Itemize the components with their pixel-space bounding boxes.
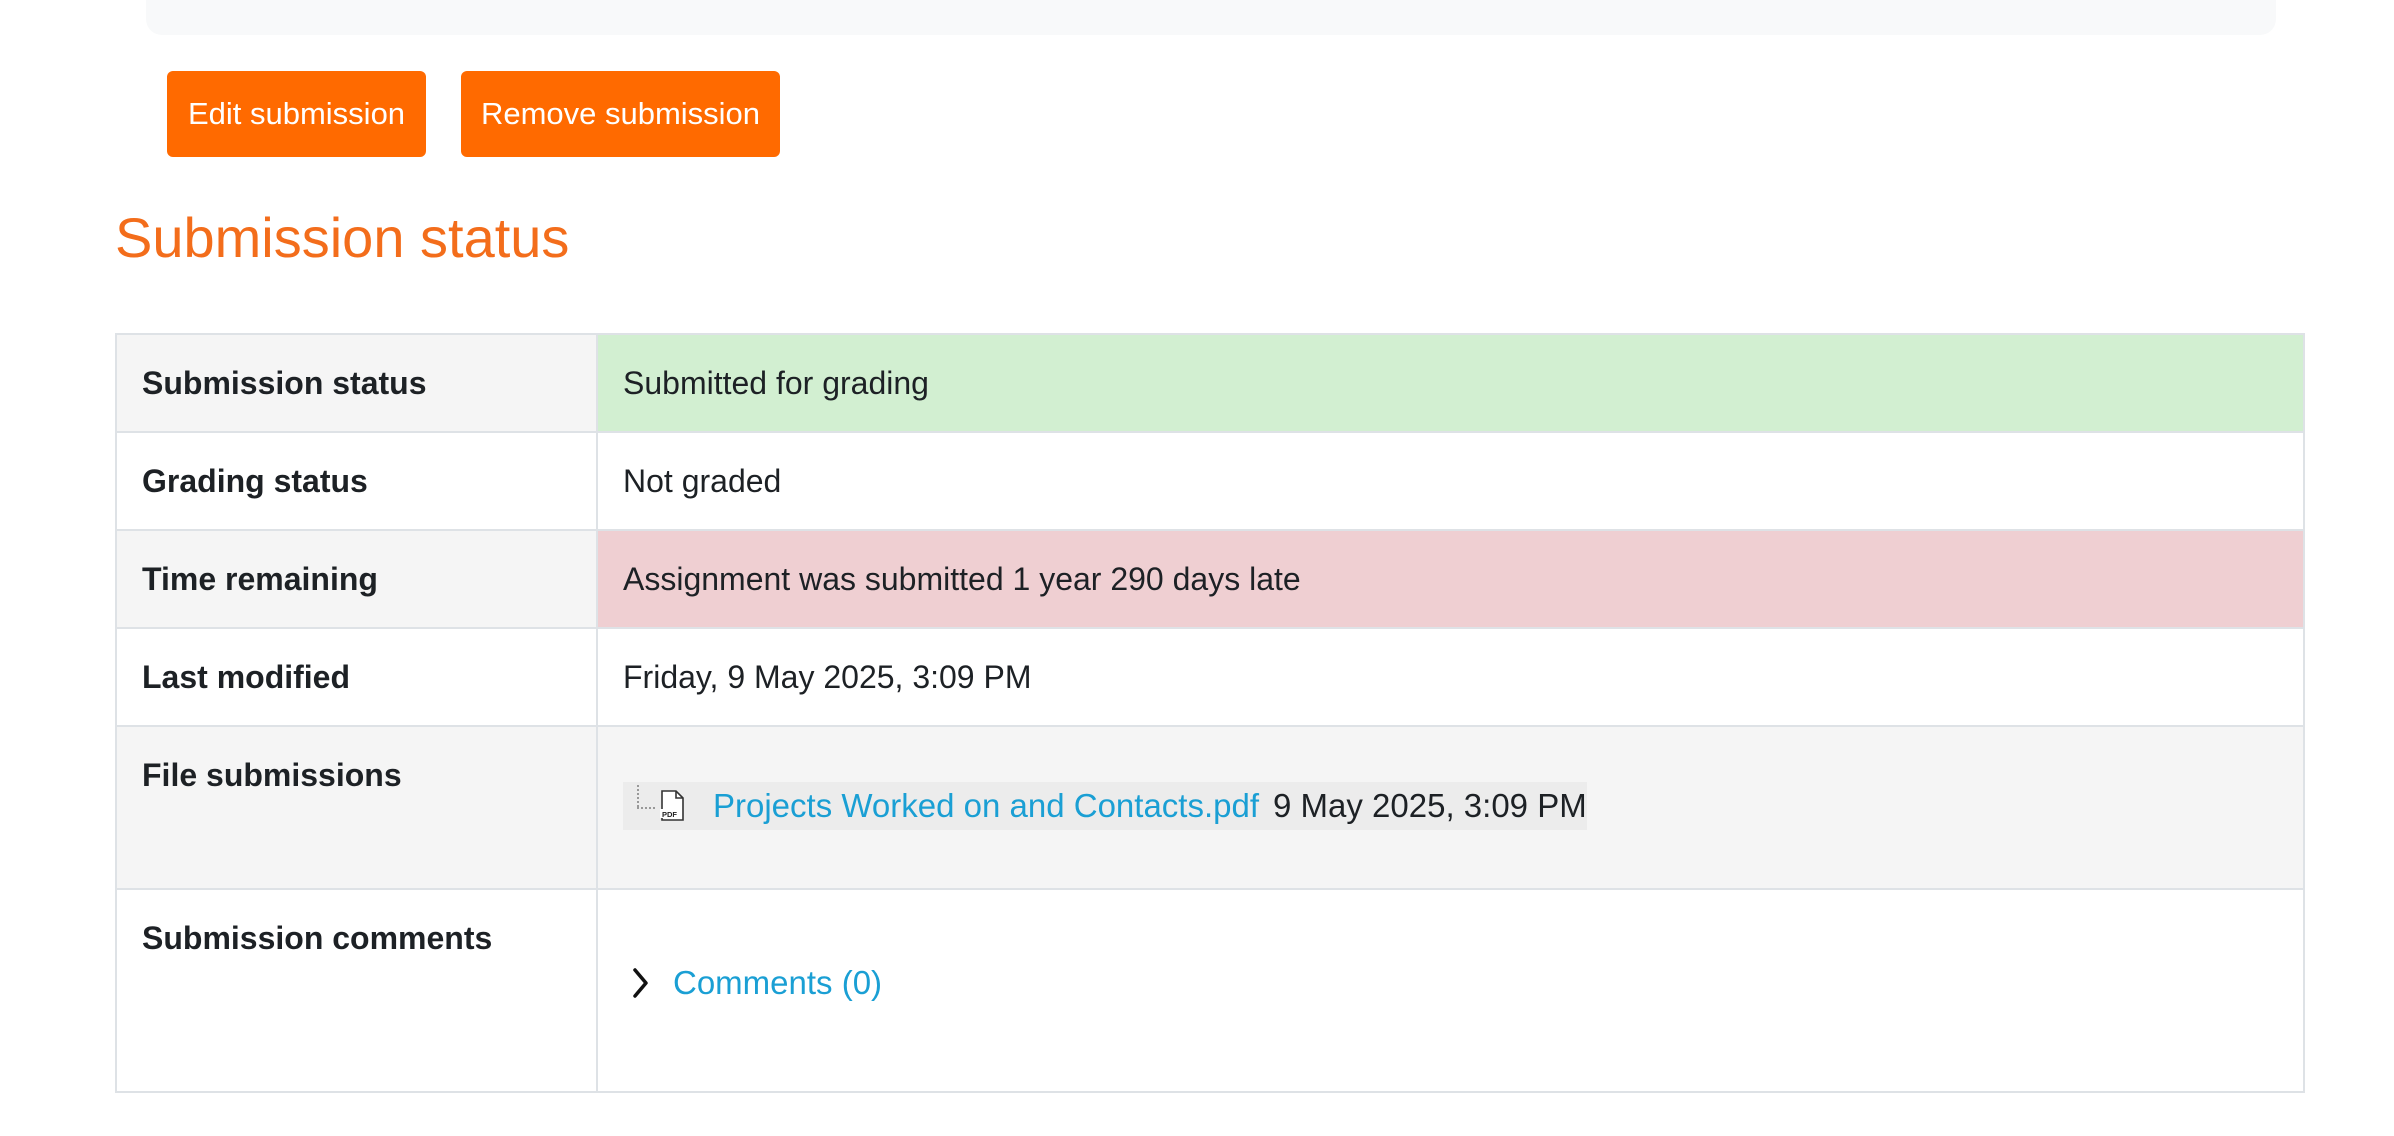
comments-toggle[interactable]: Comments (0)	[623, 964, 882, 1002]
last-modified-value: Friday, 9 May 2025, 3:09 PM	[596, 627, 2305, 727]
submission-status-value: Submitted for grading	[596, 333, 2305, 433]
table-row: Submission status Submitted for grading	[115, 333, 2305, 433]
row-label: Time remaining	[115, 529, 598, 629]
tree-connector	[623, 782, 659, 830]
top-panel	[146, 0, 2276, 35]
row-label: Submission comments	[115, 888, 598, 1093]
file-item: PDF Projects Worked on and Contacts.pdf …	[623, 782, 1587, 830]
grading-status-value: Not graded	[596, 431, 2305, 531]
table-row: Last modified Friday, 9 May 2025, 3:09 P…	[115, 627, 2305, 727]
chevron-right-icon[interactable]	[631, 966, 651, 1000]
table-row: File submissions PDF Projects Worked on …	[115, 725, 2305, 890]
row-label: Submission status	[115, 333, 598, 433]
edit-submission-button[interactable]: Edit submission	[167, 71, 426, 157]
svg-text:PDF: PDF	[662, 810, 677, 819]
page-title: Submission status	[115, 206, 570, 269]
comments-link[interactable]: Comments (0)	[673, 964, 882, 1002]
file-submissions-value: PDF Projects Worked on and Contacts.pdf …	[596, 725, 2305, 890]
row-label: Grading status	[115, 431, 598, 531]
table-row: Submission comments Comments (0)	[115, 888, 2305, 1093]
submission-status-table: Submission status Submitted for grading …	[115, 333, 2305, 1093]
file-link[interactable]: Projects Worked on and Contacts.pdf	[713, 787, 1259, 825]
table-row: Grading status Not graded	[115, 431, 2305, 531]
pdf-file-icon: PDF	[660, 790, 684, 821]
table-row: Time remaining Assignment was submitted …	[115, 529, 2305, 629]
remove-submission-button[interactable]: Remove submission	[461, 71, 780, 157]
time-remaining-value: Assignment was submitted 1 year 290 days…	[596, 529, 2305, 629]
submission-comments-value: Comments (0)	[596, 888, 2305, 1093]
row-label: Last modified	[115, 627, 598, 727]
file-date: 9 May 2025, 3:09 PM	[1273, 787, 1587, 824]
row-label: File submissions	[115, 725, 598, 890]
